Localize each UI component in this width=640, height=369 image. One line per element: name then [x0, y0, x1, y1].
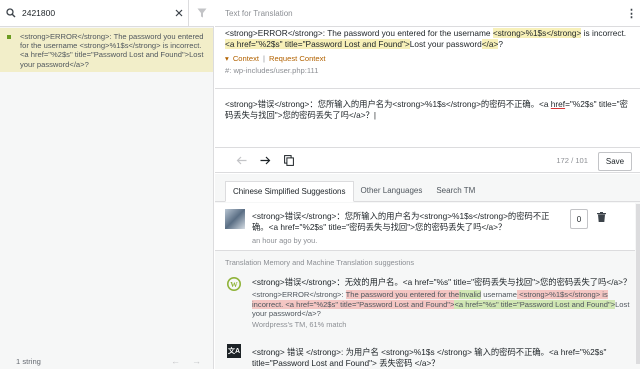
wordpress-tm-icon: W — [227, 277, 241, 291]
original-text-part: is incorrect. — [581, 28, 627, 38]
tab-search-tm[interactable]: Search TM — [429, 180, 482, 201]
mt-suggestion-text: <strong> 错误 </strong>: 为用户名 <strong>%1$s… — [252, 347, 607, 368]
tm-suggestion-text: <strong>错误</strong>：无效的用户名。<a href="%s" … — [252, 277, 632, 287]
svg-text:W: W — [230, 280, 238, 289]
editor-toolbar: 172 / 101 Save — [215, 149, 640, 173]
string-list-item[interactable]: <strong>ERROR</strong>: The password you… — [0, 28, 213, 72]
vote-count-button[interactable]: 0 — [570, 209, 588, 229]
tm-section-title: Translation Memory and Machine Translati… — [225, 258, 415, 267]
string-list-item-text: <strong>ERROR</strong>: The password you… — [20, 32, 204, 69]
next-page-icon[interactable]: → — [192, 356, 201, 366]
editor-panel: Text for Translation ⋮ <strong>ERROR</st… — [215, 0, 640, 369]
mt-suggestion[interactable]: 文A <strong> 错误 </strong>: 为用户名 <strong>%… — [215, 340, 635, 369]
diff-text: username — [481, 290, 517, 299]
caret-down-icon: ▾ — [225, 54, 229, 64]
next-string-icon[interactable] — [253, 156, 277, 165]
own-suggestion[interactable]: <strong>错误</strong>：您所输入的用户名为<strong>%1$… — [215, 203, 635, 251]
string-list-footer: 1 string ← → — [0, 353, 213, 369]
strings-panel: <strong>ERROR</strong>: The password you… — [0, 0, 214, 369]
context-row: ▾ Context | Request Context — [215, 49, 640, 63]
previous-page-icon[interactable]: ← — [171, 356, 180, 366]
separator: | — [262, 54, 265, 64]
original-placeholder-highlight: <strong>%1$s</strong> — [492, 28, 582, 38]
editor-header: Text for Translation ⋮ — [215, 0, 640, 27]
file-reference: #: wp-includes/user.php:111 — [225, 66, 319, 76]
avatar — [225, 209, 245, 229]
search-icon — [0, 8, 22, 18]
trash-icon[interactable] — [597, 212, 606, 224]
diff-text: <strong>ERROR</strong>: — [252, 290, 346, 299]
clear-search-icon[interactable] — [170, 9, 188, 17]
more-options-icon[interactable]: ⋮ — [622, 7, 640, 20]
search-bar — [0, 0, 214, 27]
text-cursor: | — [373, 109, 377, 120]
translation-textarea[interactable]: <strong>错误</strong>：您所输入的用户名为<strong>%1$… — [215, 88, 640, 148]
original-string: <strong>ERROR</strong>: The password you… — [215, 28, 640, 49]
suggestions-area: Chinese Simplified Suggestions Other Lan… — [215, 174, 640, 369]
save-button[interactable]: Save — [598, 152, 632, 171]
tm-diff: <strong>ERROR</strong>: The password you… — [252, 290, 630, 319]
original-text-part: ? — [498, 38, 503, 49]
filter-icon[interactable] — [188, 0, 214, 27]
status-marker — [7, 35, 11, 39]
context-link[interactable]: Context — [233, 54, 259, 63]
tm-suggestion-meta: Wordpress's TM, 61% match — [252, 320, 347, 329]
spellcheck-word: href — [550, 99, 566, 109]
scrollbar[interactable] — [636, 204, 640, 364]
suggestion-tabs: Chinese Simplified Suggestions Other Lan… — [215, 174, 640, 202]
original-text-part: Lost your password — [409, 38, 482, 49]
diff-deletion: The password you entered for the — [345, 290, 460, 299]
own-suggestion-meta: an hour ago by you. — [252, 236, 318, 245]
string-count: 1 string — [16, 356, 41, 366]
search-input[interactable] — [22, 3, 170, 23]
original-tag-highlight: <a href="%2$s" title="Password Lost and … — [225, 38, 410, 49]
tab-chinese-simplified-suggestions[interactable]: Chinese Simplified Suggestions — [225, 181, 354, 202]
diff-insertion: Invalid — [459, 290, 482, 299]
diff-insertion: <a href="%s" title="Password Lost and Fo… — [454, 299, 616, 309]
original-tag-highlight: </a> — [481, 38, 499, 49]
tab-other-languages[interactable]: Other Languages — [354, 180, 430, 201]
original-text-part: <strong>ERROR</strong>: The password you… — [225, 28, 493, 38]
request-context-link[interactable]: Request Context — [269, 54, 326, 63]
google-translate-icon: 文A — [227, 344, 241, 358]
own-suggestion-text: <strong>错误</strong>：您所输入的用户名为<strong>%1$… — [252, 211, 550, 232]
copy-original-icon[interactable] — [277, 155, 301, 166]
translation-text-part: <strong>错误</strong>：您所输入的用户名为<strong>%1$… — [225, 99, 551, 109]
header-label: Text for Translation — [225, 8, 293, 18]
character-counter: 172 / 101 — [556, 156, 588, 165]
tm-suggestion[interactable]: W <strong>错误</strong>：无效的用户名。<a href="%s… — [215, 270, 635, 332]
previous-string-icon[interactable] — [229, 156, 253, 165]
